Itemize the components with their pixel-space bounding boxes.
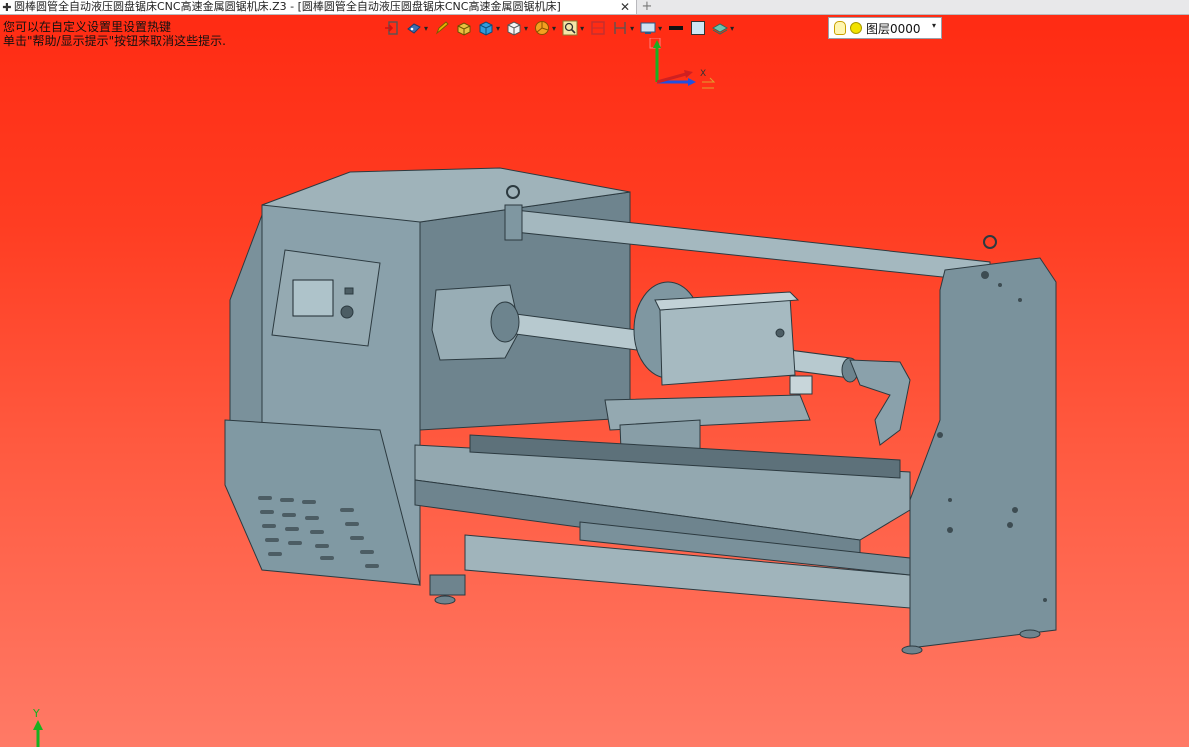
foot-left	[434, 595, 456, 605]
gauge-box	[789, 375, 813, 395]
saw-motor	[659, 296, 796, 386]
foot-right-front	[901, 645, 923, 655]
touch-screen[interactable]	[292, 279, 334, 317]
foot-right-back	[1019, 629, 1041, 639]
control-knob[interactable]	[340, 305, 354, 319]
lifting-eye-right	[983, 235, 997, 249]
rail-bracket	[504, 204, 523, 241]
control-switch[interactable]	[344, 287, 354, 295]
model-viewport[interactable]	[0, 0, 1189, 747]
left-foot-bracket	[429, 574, 466, 596]
saw-machine-model[interactable]	[224, 167, 1057, 655]
right-side-plate	[909, 257, 1057, 649]
chuck-face	[490, 301, 520, 343]
right-arm	[849, 359, 911, 446]
motor-bolt	[775, 328, 785, 338]
